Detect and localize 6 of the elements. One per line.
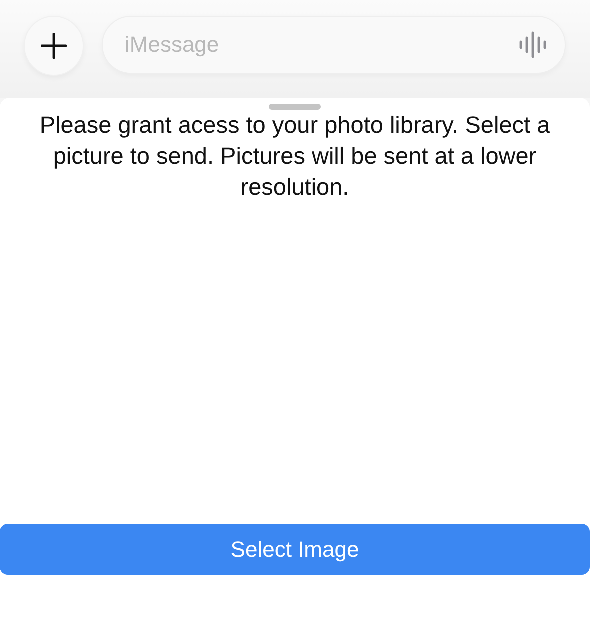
plus-icon <box>41 33 67 59</box>
grabber-handle[interactable] <box>269 104 321 110</box>
waveform-icon[interactable] <box>518 31 548 59</box>
select-image-button[interactable]: Select Image <box>0 524 590 575</box>
message-field[interactable]: iMessage <box>102 16 566 74</box>
permission-message: Please grant acess to your photo library. Select a picture to send. Pictures will be sent at a lower resolution. <box>38 111 552 202</box>
